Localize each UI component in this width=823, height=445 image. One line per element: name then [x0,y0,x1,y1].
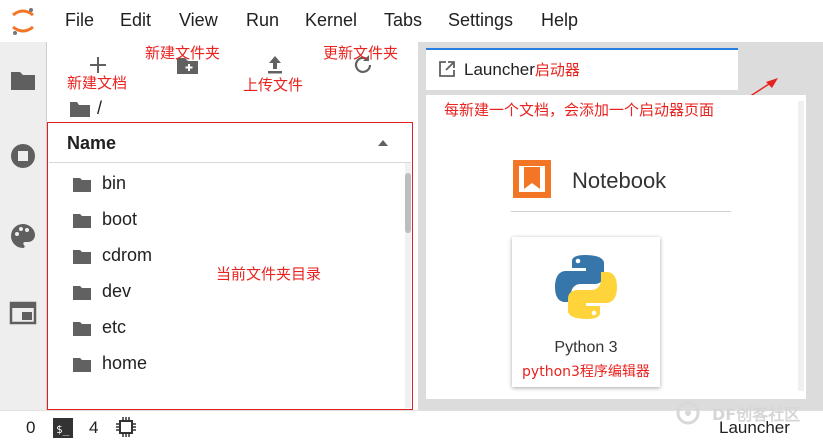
launch-icon [439,61,455,77]
menu-bar: File Edit View Run Kernel Tabs Settings … [0,0,823,42]
cpu-chip-icon[interactable] [115,416,137,438]
tabs-icon[interactable] [9,299,37,327]
breadcrumb-root[interactable]: / [97,98,102,119]
folder-icon[interactable] [9,66,37,94]
annotation-new-folder: 新建文件夹 [145,44,221,62]
watermark-logo-icon [676,401,700,425]
stop-circle-icon[interactable] [9,142,37,170]
launcher-scrollbar[interactable] [798,101,804,391]
scrollbar-thumb[interactable] [405,173,411,233]
menu-settings[interactable]: Settings [448,10,513,31]
folder-icon [73,358,91,372]
folder-icon [73,322,91,336]
file-name: bin [102,173,127,193]
folder-icon [73,214,91,228]
svg-text:$_: $_ [56,423,70,436]
folder-icon [73,178,91,192]
jupyter-logo-icon[interactable] [10,6,36,36]
status-bar: 0 $_ 4 DF创客社区 Launcher [0,401,823,445]
terminal-count: 4 [89,418,99,437]
section-title-notebook: Notebook [572,168,667,193]
palette-icon[interactable] [9,222,37,250]
status-launcher-label: Launcher [719,418,790,437]
column-header-name[interactable]: Name [67,133,116,154]
folder-icon [73,250,91,264]
annotation-upload-file: 上传文件 [243,76,304,94]
tab-label: Launcher启动器 [464,60,580,79]
annotation-new-document: 新建文档 [67,74,128,92]
annotation-python-note: python3程序编辑器 [522,364,650,380]
launcher-panel: 每新建一个文档，会添加一个启动器页面 Notebook Python 3 pyt… [426,95,806,399]
menu-file[interactable]: File [65,10,94,31]
listing-header[interactable]: Name [49,124,411,163]
terminal-icon[interactable]: $_ [52,417,74,439]
sort-ascending-icon[interactable] [377,138,389,148]
folder-icon [73,286,91,300]
file-name: cdrom [102,245,153,265]
annotation-current-folder: 当前文件夹目录 [216,265,322,283]
python-logo-icon [555,255,617,319]
left-sidebar [0,42,47,410]
file-name: dev [102,281,132,301]
breadcrumb-folder-icon[interactable] [69,100,91,118]
menu-edit[interactable]: Edit [120,10,151,31]
notebook-section-icon [513,160,551,198]
menu-run[interactable]: Run [246,10,279,31]
menu-view[interactable]: View [179,10,218,31]
section-divider [511,211,731,212]
kernel-card-label: Python 3 [554,339,618,356]
tab-launcher[interactable]: Launcher启动器 [426,48,738,90]
listing-scrollbar[interactable] [405,163,411,408]
annotation-launcher-note: 每新建一个文档，会添加一个启动器页面 [444,101,715,119]
file-name: boot [102,209,138,229]
file-listing: Name bin boot cdrom dev etc home 当前文件夹目录 [47,122,413,410]
annotation-refresh: 更新文件夹 [323,44,399,62]
kernel-count: 0 [26,418,36,437]
menu-kernel[interactable]: Kernel [305,10,357,31]
file-name: etc [102,317,127,337]
menu-tabs[interactable]: Tabs [384,10,422,31]
main-dock-area: Launcher启动器 每新建一个文档，会添加一个启动器页面 Notebook … [418,42,823,410]
file-browser: 新建文件夹 新建文档 上传文件 更新文件夹 / Name bin boot cd… [47,42,415,410]
file-name: home [102,353,148,373]
menu-help[interactable]: Help [541,10,578,31]
python3-kernel-card[interactable]: Python 3 python3程序编辑器 [512,237,660,387]
